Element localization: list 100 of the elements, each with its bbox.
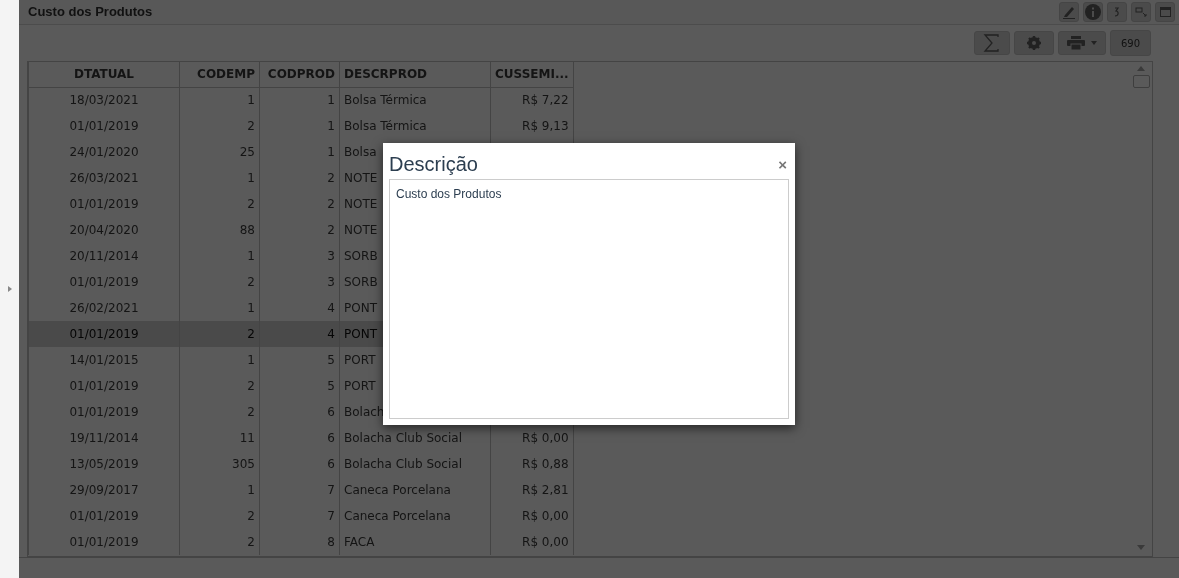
- table-cell: 26/02/2021: [69, 301, 139, 315]
- scroll-up-icon[interactable]: [1137, 66, 1145, 71]
- table-cell: 2: [247, 119, 255, 133]
- table-cell: 2: [247, 509, 255, 523]
- table-cell: 2: [247, 197, 255, 211]
- table-cell: 18/03/2021: [69, 93, 139, 108]
- table-cell: 2: [327, 171, 335, 185]
- expand-arrow-icon[interactable]: [7, 286, 12, 292]
- table-cell: R$ 2,81: [522, 483, 569, 497]
- table-cell: 4: [327, 327, 335, 341]
- table-cell: Bolsa: [344, 145, 377, 159]
- panel-title: Custo dos Produtos: [28, 3, 153, 22]
- table-cell: 1: [327, 145, 335, 159]
- resize-icon[interactable]: [1131, 2, 1151, 22]
- table-cell: 1: [247, 353, 255, 367]
- close-button[interactable]: ×: [776, 156, 789, 172]
- table-cell: 13/05/2019: [69, 457, 139, 471]
- table-cell: 19/11/2014: [69, 431, 139, 445]
- window-icon[interactable]: [1155, 2, 1175, 22]
- scroll-down-icon[interactable]: [1137, 545, 1145, 550]
- table-cell: 2: [247, 327, 255, 341]
- table-cell: 1: [247, 171, 255, 185]
- table-cell: 01/01/2019: [69, 197, 139, 211]
- table-cell: R$ 9,13: [522, 119, 569, 133]
- table-cell: 5: [327, 379, 335, 393]
- table-cell: 25: [239, 145, 255, 159]
- table-cell: 2: [327, 197, 335, 211]
- table-cell: 01/01/2019: [69, 509, 139, 523]
- table-cell: 3: [327, 275, 335, 289]
- info-icon[interactable]: [1083, 2, 1103, 22]
- table-cell: 1: [327, 93, 335, 108]
- table-cell: 1: [327, 119, 335, 133]
- table-cell: R$ 0,00: [522, 509, 569, 523]
- table-cell: 01/01/2019: [69, 275, 139, 289]
- description-field[interactable]: Custo dos Produtos: [389, 179, 789, 419]
- table-cell: 1: [247, 93, 255, 108]
- table-cell: 1: [247, 483, 255, 497]
- table-cell: NOTE: [344, 223, 378, 237]
- table-cell: PORT: [344, 379, 376, 393]
- table-cell: 5: [327, 353, 335, 367]
- column-header[interactable]: CODEMP: [179, 62, 260, 87]
- column-header[interactable]: CODPROD: [259, 62, 340, 87]
- table-cell: 2: [247, 379, 255, 393]
- table-cell: 2: [247, 405, 255, 419]
- table-cell: Caneca Porcelana: [344, 483, 451, 497]
- sigma-icon: [982, 34, 1001, 52]
- table-cell: 1: [247, 301, 255, 315]
- table-cell: 01/01/2019: [69, 535, 139, 549]
- record-count: 690: [1109, 30, 1151, 56]
- table-cell: 14/01/2015: [69, 353, 139, 367]
- table-cell: 2: [327, 223, 335, 237]
- table-cell: 24/01/2020: [69, 145, 139, 159]
- table-cell: 01/01/2019: [69, 327, 139, 341]
- table-cell: 2: [247, 275, 255, 289]
- table-cell: R$ 0,88: [522, 457, 569, 471]
- dialog-title: Descrição: [389, 152, 478, 177]
- table-cell: 6: [327, 431, 335, 445]
- table-cell: R$ 0,00: [522, 431, 569, 445]
- table-cell: Bolacha Club Social: [344, 457, 462, 471]
- table-cell: R$ 0,00: [522, 535, 569, 549]
- column-header[interactable]: DESCRPROD: [339, 62, 491, 87]
- table-cell: 26/03/2021: [69, 171, 139, 185]
- caret-icon: [1090, 41, 1097, 45]
- table-cell: 6: [327, 457, 335, 471]
- scrollbar-thumb[interactable]: [1132, 75, 1150, 88]
- table-cell: 1: [247, 249, 255, 263]
- table-cell: SORB: [344, 249, 378, 263]
- table-cell: FACA: [344, 535, 375, 549]
- sum-button[interactable]: [973, 31, 1010, 55]
- table-cell: 3: [327, 249, 335, 263]
- table-cell: 88: [239, 223, 255, 237]
- table-cell: Bolacha Club Social: [344, 431, 462, 445]
- table-cell: 305: [232, 457, 255, 471]
- table-cell: Bolsa Térmica: [344, 93, 427, 108]
- column-header[interactable]: DTATUAL: [28, 62, 180, 87]
- table-cell: R$ 7,22: [522, 93, 569, 108]
- table-cell: 29/09/2017: [69, 483, 139, 497]
- pencil-icon[interactable]: [1059, 2, 1079, 22]
- table-cell: Bolach: [344, 405, 385, 419]
- table-cell: PONT: [344, 301, 377, 315]
- printer-icon: [1066, 36, 1085, 50]
- table-cell: 01/01/2019: [69, 119, 139, 133]
- table-cell: 01/01/2019: [69, 379, 139, 393]
- table-cell: 6: [327, 405, 335, 419]
- table-cell: NOTE: [344, 171, 378, 185]
- table-cell: 8: [327, 535, 335, 549]
- column-header[interactable]: CUSSEMI...: [490, 62, 574, 87]
- table-cell: 01/01/2019: [69, 405, 139, 419]
- table-cell: 20/04/2020: [69, 223, 139, 237]
- settings-button[interactable]: [1013, 31, 1054, 55]
- table-cell: 4: [327, 301, 335, 315]
- table-cell: 7: [327, 483, 335, 497]
- table-cell: Bolsa Térmica: [344, 119, 427, 133]
- table-cell: PORT: [344, 353, 376, 367]
- table-cell: 20/11/2014: [69, 249, 139, 263]
- print-button[interactable]: [1057, 31, 1106, 55]
- table-cell: 11: [239, 431, 255, 445]
- table-cell: SORB: [344, 275, 378, 289]
- table-cell: NOTE: [344, 197, 378, 211]
- table-cell: 2: [247, 535, 255, 549]
